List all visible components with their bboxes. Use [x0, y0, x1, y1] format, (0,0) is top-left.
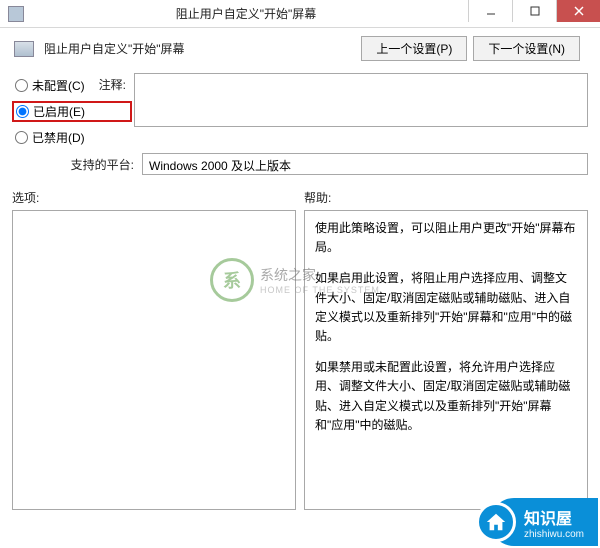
platform-value: Windows 2000 及以上版本: [142, 153, 588, 175]
comment-label: 注释:: [74, 73, 134, 93]
site-badge: 知识屋 zhishiwu.com: [490, 498, 598, 546]
titlebar-text: 阻止用户自定义"开始"屏幕: [24, 5, 468, 22]
header-row: 阻止用户自定义"开始"屏幕 上一个设置(P) 下一个设置(N): [12, 36, 588, 61]
next-setting-button[interactable]: 下一个设置(N): [473, 36, 580, 61]
help-paragraph: 如果禁用或未配置此设置，将允许用户选择应用、调整文件大小、固定/取消固定磁贴或辅…: [315, 358, 577, 435]
lower-section: 选项: 帮助: 使用此策略设置，可以阻止用户更改"开始"屏幕布局。 如果启用此设…: [12, 189, 588, 510]
app-icon: [8, 6, 24, 22]
policy-title: 阻止用户自定义"开始"屏幕: [44, 40, 351, 57]
radio-disabled-label: 已禁用(D): [32, 129, 85, 146]
platform-row: 支持的平台: Windows 2000 及以上版本: [12, 153, 588, 175]
content-area: 阻止用户自定义"开始"屏幕 上一个设置(P) 下一个设置(N) 未配置(C) 已…: [0, 28, 600, 518]
help-column: 帮助: 使用此策略设置，可以阻止用户更改"开始"屏幕布局。 如果启用此设置，将阻…: [304, 189, 588, 510]
titlebar: 阻止用户自定义"开始"屏幕: [0, 0, 600, 28]
badge-cn: 知识屋: [524, 505, 584, 529]
help-paragraph: 使用此策略设置，可以阻止用户更改"开始"屏幕布局。: [315, 219, 577, 257]
platform-label: 支持的平台:: [12, 156, 142, 173]
config-area: 未配置(C) 已启用(E) 已禁用(D) 注释:: [12, 73, 588, 153]
help-paragraph: 如果启用此设置，将阻止用户选择应用、调整文件大小、固定/取消固定磁贴或辅助磁贴、…: [315, 269, 577, 346]
radio-enabled-input[interactable]: [16, 105, 29, 118]
badge-text: 知识屋 zhishiwu.com: [524, 505, 584, 540]
window-controls: [468, 0, 600, 27]
comment-row: 注释:: [142, 73, 588, 127]
prev-setting-button[interactable]: 上一个设置(P): [361, 36, 467, 61]
help-label: 帮助:: [304, 189, 588, 206]
radio-enabled-label: 已启用(E): [33, 103, 85, 120]
options-column: 选项:: [12, 189, 296, 510]
help-box[interactable]: 使用此策略设置，可以阻止用户更改"开始"屏幕布局。 如果启用此设置，将阻止用户选…: [304, 210, 588, 510]
policy-icon: [14, 41, 34, 57]
radio-enabled[interactable]: 已启用(E): [12, 101, 132, 122]
options-box[interactable]: [12, 210, 296, 510]
nav-buttons: 上一个设置(P) 下一个设置(N): [361, 36, 580, 61]
radio-not-configured-input[interactable]: [15, 79, 28, 92]
close-button[interactable]: [556, 0, 600, 22]
badge-house-icon: [476, 502, 516, 542]
radio-disabled[interactable]: 已禁用(D): [12, 128, 132, 147]
comment-input[interactable]: [134, 73, 588, 127]
right-column: 注释:: [142, 73, 588, 153]
badge-url: zhishiwu.com: [524, 529, 584, 540]
radio-disabled-input[interactable]: [15, 131, 28, 144]
maximize-button[interactable]: [512, 0, 556, 22]
options-label: 选项:: [12, 189, 296, 206]
minimize-button[interactable]: [468, 0, 512, 22]
